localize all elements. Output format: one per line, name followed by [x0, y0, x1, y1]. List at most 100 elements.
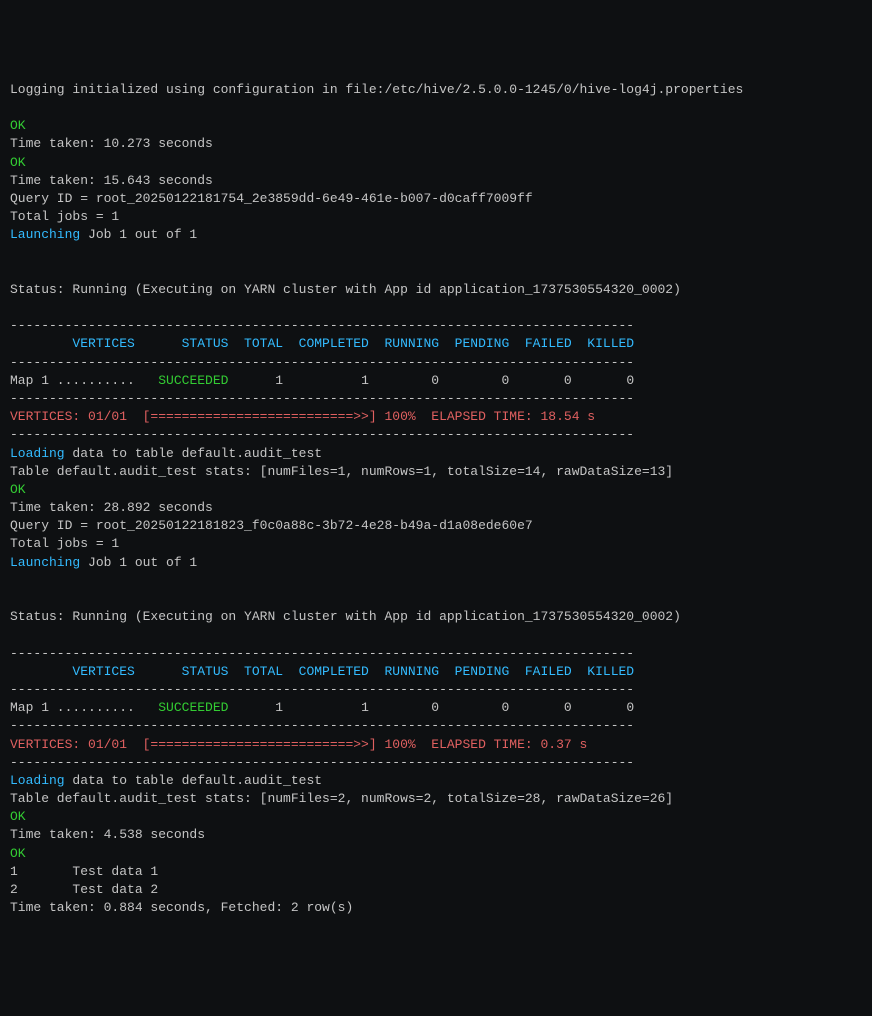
terminal-segment: data to table default.audit_test	[65, 773, 322, 788]
terminal-segment	[10, 264, 18, 279]
terminal-line	[10, 263, 862, 281]
terminal-line: Status: Running (Executing on YARN clust…	[10, 608, 862, 626]
terminal-segment: Query ID = root_20250122181823_f0c0a88c-…	[10, 518, 533, 533]
terminal-segment: ----------------------------------------…	[10, 755, 634, 770]
terminal-segment	[10, 245, 18, 260]
terminal-segment: ----------------------------------------…	[10, 646, 634, 661]
terminal-line: ----------------------------------------…	[10, 681, 862, 699]
terminal-output: Logging initialized using configuration …	[10, 81, 862, 918]
terminal-line: OK	[10, 154, 862, 172]
terminal-line: Status: Running (Executing on YARN clust…	[10, 281, 862, 299]
terminal-line: Table default.audit_test stats: [numFile…	[10, 463, 862, 481]
terminal-segment: Table default.audit_test stats: [numFile…	[10, 464, 673, 479]
terminal-line: Time taken: 10.273 seconds	[10, 135, 862, 153]
terminal-segment: VERTICES: 01/01 [=======================…	[10, 737, 619, 752]
terminal-line: Query ID = root_20250122181754_2e3859dd-…	[10, 190, 862, 208]
terminal-segment: Launching	[10, 555, 80, 570]
terminal-line: VERTICES: 01/01 [=======================…	[10, 408, 862, 426]
terminal-segment: ----------------------------------------…	[10, 355, 634, 370]
terminal-line: Time taken: 28.892 seconds	[10, 499, 862, 517]
terminal-segment: VERTICES STATUS TOTAL COMPLETED RUNNING …	[10, 336, 634, 351]
terminal-segment: SUCCEEDED	[158, 373, 228, 388]
terminal-line: OK	[10, 481, 862, 499]
terminal-segment: Map 1 ..........	[10, 373, 158, 388]
terminal-segment: OK	[10, 155, 26, 170]
terminal-segment: OK	[10, 482, 26, 497]
terminal-line: ----------------------------------------…	[10, 354, 862, 372]
terminal-segment: ----------------------------------------…	[10, 391, 634, 406]
terminal-segment: Status: Running (Executing on YARN clust…	[10, 609, 681, 624]
terminal-segment: Launching	[10, 227, 80, 242]
terminal-line: Map 1 .......... SUCCEEDED 1 1 0 0 0 0	[10, 699, 862, 717]
terminal-segment: Time taken: 15.643 seconds	[10, 173, 213, 188]
terminal-segment: 1 1 0 0 0 0	[228, 373, 634, 388]
terminal-segment: data to table default.audit_test	[65, 446, 322, 461]
terminal-segment	[10, 300, 18, 315]
terminal-line: OK	[10, 845, 862, 863]
terminal-segment: ----------------------------------------…	[10, 318, 634, 333]
terminal-segment: OK	[10, 846, 26, 861]
terminal-line: ----------------------------------------…	[10, 426, 862, 444]
terminal-segment: Time taken: 0.884 seconds, Fetched: 2 ro…	[10, 900, 353, 915]
terminal-line: 1 Test data 1	[10, 863, 862, 881]
terminal-segment	[10, 573, 18, 588]
terminal-line: Map 1 .......... SUCCEEDED 1 1 0 0 0 0	[10, 372, 862, 390]
terminal-segment: VERTICES STATUS TOTAL COMPLETED RUNNING …	[10, 664, 634, 679]
terminal-line: VERTICES STATUS TOTAL COMPLETED RUNNING …	[10, 335, 862, 353]
terminal-segment: Total jobs = 1	[10, 536, 119, 551]
terminal-line: ----------------------------------------…	[10, 390, 862, 408]
terminal-line: Loading data to table default.audit_test	[10, 772, 862, 790]
terminal-segment: Table default.audit_test stats: [numFile…	[10, 791, 673, 806]
terminal-line: ----------------------------------------…	[10, 645, 862, 663]
terminal-segment: 2 Test data 2	[10, 882, 158, 897]
terminal-line: ----------------------------------------…	[10, 754, 862, 772]
terminal-segment: OK	[10, 809, 26, 824]
terminal-segment: 1 Test data 1	[10, 864, 158, 879]
terminal-segment: OK	[10, 118, 26, 133]
terminal-segment: SUCCEEDED	[158, 700, 228, 715]
terminal-line: Query ID = root_20250122181823_f0c0a88c-…	[10, 517, 862, 535]
terminal-segment: Total jobs = 1	[10, 209, 119, 224]
terminal-segment: Loading	[10, 446, 65, 461]
terminal-line: Total jobs = 1	[10, 208, 862, 226]
terminal-segment: Map 1 ..........	[10, 700, 158, 715]
terminal-line	[10, 572, 862, 590]
terminal-segment: Logging initialized using configuration …	[10, 82, 743, 97]
terminal-line: VERTICES: 01/01 [=======================…	[10, 736, 862, 754]
terminal-line	[10, 244, 862, 262]
terminal-segment: Time taken: 28.892 seconds	[10, 500, 213, 515]
terminal-line: VERTICES STATUS TOTAL COMPLETED RUNNING …	[10, 663, 862, 681]
terminal-segment: Loading	[10, 773, 65, 788]
terminal-line: OK	[10, 808, 862, 826]
terminal-segment	[10, 627, 18, 642]
terminal-segment: ----------------------------------------…	[10, 427, 634, 442]
terminal-line: Time taken: 4.538 seconds	[10, 826, 862, 844]
terminal-segment: VERTICES: 01/01 [=======================…	[10, 409, 619, 424]
terminal-line: ----------------------------------------…	[10, 717, 862, 735]
terminal-segment: Status: Running (Executing on YARN clust…	[10, 282, 681, 297]
terminal-line: Loading data to table default.audit_test	[10, 445, 862, 463]
terminal-segment	[10, 591, 18, 606]
terminal-line: Launching Job 1 out of 1	[10, 226, 862, 244]
terminal-line: OK	[10, 117, 862, 135]
terminal-line: ----------------------------------------…	[10, 317, 862, 335]
terminal-segment: Time taken: 10.273 seconds	[10, 136, 213, 151]
terminal-line: Table default.audit_test stats: [numFile…	[10, 790, 862, 808]
terminal-line: Total jobs = 1	[10, 535, 862, 553]
terminal-line: Time taken: 0.884 seconds, Fetched: 2 ro…	[10, 899, 862, 917]
terminal-line	[10, 590, 862, 608]
terminal-segment	[10, 100, 18, 115]
terminal-segment: ----------------------------------------…	[10, 682, 634, 697]
terminal-line: Logging initialized using configuration …	[10, 81, 862, 99]
terminal-segment: Job 1 out of 1	[80, 555, 197, 570]
terminal-line: Time taken: 15.643 seconds	[10, 172, 862, 190]
terminal-line: 2 Test data 2	[10, 881, 862, 899]
terminal-segment: ----------------------------------------…	[10, 718, 634, 733]
terminal-segment: Time taken: 4.538 seconds	[10, 827, 205, 842]
terminal-segment: Job 1 out of 1	[80, 227, 197, 242]
terminal-line	[10, 626, 862, 644]
terminal-line: Launching Job 1 out of 1	[10, 554, 862, 572]
terminal-line	[10, 299, 862, 317]
terminal-segment: Query ID = root_20250122181754_2e3859dd-…	[10, 191, 533, 206]
terminal-segment: 1 1 0 0 0 0	[228, 700, 634, 715]
